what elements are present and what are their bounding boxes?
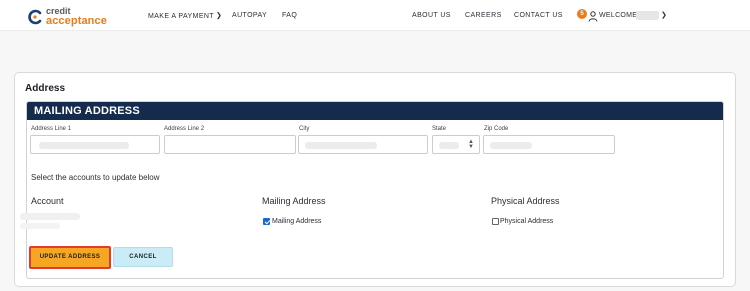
city-label: City xyxy=(299,126,310,132)
address-line-1-label: Address Line 1 xyxy=(31,126,72,132)
logo-text-acceptance: acceptance xyxy=(46,15,107,27)
city-input[interactable] xyxy=(298,135,428,154)
address-line-2-input[interactable] xyxy=(164,135,296,154)
update-address-button[interactable]: UPDATE ADDRESS xyxy=(29,246,111,269)
notification-badge[interactable]: 5 xyxy=(577,9,587,19)
top-nav: credit acceptance MAKE A PAYMENT ❯ AUTOPA… xyxy=(0,0,750,31)
address-line-2-label: Address Line 2 xyxy=(164,126,205,132)
page-title: Address xyxy=(25,83,66,94)
nav-faq[interactable]: FAQ xyxy=(282,12,297,19)
chevron-down-icon: ❯ xyxy=(216,12,223,20)
panel-header: MAILING ADDRESS xyxy=(27,102,723,120)
nav-about-us[interactable]: ABOUT US xyxy=(412,12,451,19)
zip-code-input[interactable] xyxy=(483,135,615,154)
column-header-mailing-address: Mailing Address xyxy=(262,196,326,206)
account-menu-chevron-icon[interactable]: ❯ xyxy=(661,11,667,19)
account-detail-redacted xyxy=(20,223,60,229)
cancel-button[interactable]: CANCEL xyxy=(113,247,173,267)
nav-autopay[interactable]: AUTOPAY xyxy=(232,12,267,19)
select-accounts-instruction: Select the accounts to update below xyxy=(31,173,160,182)
account-number-redacted xyxy=(20,213,80,220)
nav-contact-us[interactable]: CONTACT US xyxy=(514,12,563,19)
column-header-physical-address: Physical Address xyxy=(491,196,560,206)
nav-make-a-payment-label: MAKE A PAYMENT xyxy=(148,13,215,20)
nav-make-a-payment[interactable]: MAKE A PAYMENT ❯ xyxy=(148,12,223,21)
redacted-value xyxy=(439,142,459,149)
welcome-label[interactable]: WELCOME, xyxy=(599,12,640,19)
user-name-redacted xyxy=(636,11,659,20)
redacted-value xyxy=(39,142,129,149)
redacted-value xyxy=(490,142,532,149)
state-select[interactable]: ▲ ▼ xyxy=(432,135,480,154)
state-label: State xyxy=(432,126,447,132)
physical-address-checkbox-label[interactable]: Physical Address xyxy=(500,218,553,225)
brand-logo[interactable]: credit acceptance xyxy=(27,7,137,27)
column-header-account: Account xyxy=(31,196,64,206)
panel-title: MAILING ADDRESS xyxy=(34,105,140,117)
physical-address-checkbox[interactable] xyxy=(492,218,499,225)
select-arrows-icon: ▲ ▼ xyxy=(468,139,474,150)
address-line-1-input[interactable] xyxy=(30,135,160,154)
user-icon[interactable] xyxy=(588,11,598,22)
mailing-address-checkbox[interactable] xyxy=(263,218,270,225)
zip-code-label: Zip Code xyxy=(484,126,509,132)
nav-careers[interactable]: CAREERS xyxy=(465,12,502,19)
logo-mark-icon xyxy=(28,9,42,25)
redacted-value xyxy=(305,142,377,149)
mailing-address-checkbox-label[interactable]: Mailing Address xyxy=(272,218,321,225)
